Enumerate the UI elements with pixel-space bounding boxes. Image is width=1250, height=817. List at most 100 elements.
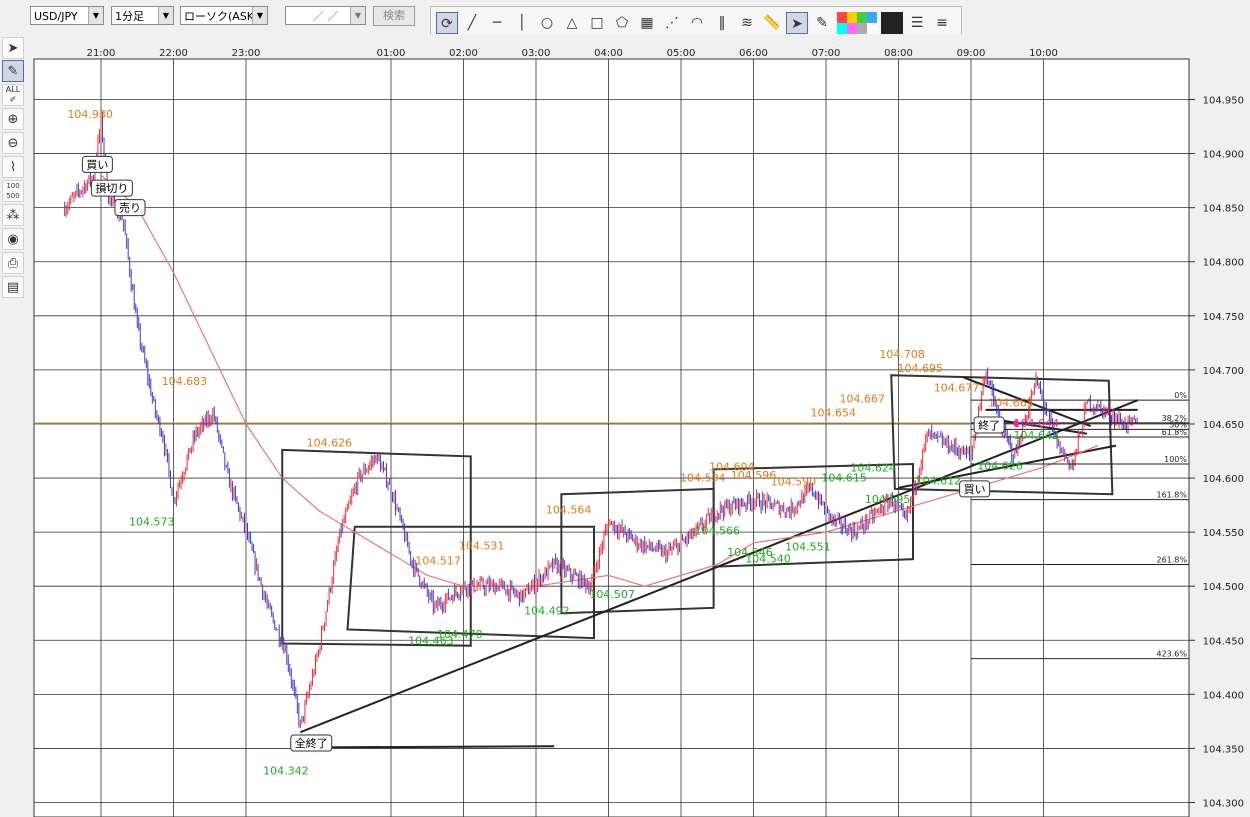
y-tick-label: 104.950 — [1203, 96, 1244, 107]
color-palette[interactable] — [837, 12, 877, 34]
triangle-icon[interactable]: △ — [561, 12, 583, 34]
price-label-low: 104.342 — [263, 764, 309, 777]
cursor-icon[interactable]: ➤ — [786, 12, 808, 34]
candle-type-select[interactable]: ローソク(ASK) ▼ — [180, 6, 268, 25]
x-tick-label: 08:00 — [884, 48, 913, 59]
price-label-low: 104.573 — [129, 516, 175, 529]
fib-level-label: 61.8% — [1162, 428, 1188, 437]
fib-level-label: 100% — [1164, 455, 1187, 464]
y-tick-label: 104.400 — [1203, 690, 1244, 701]
print-icon[interactable]: ⎙ — [2, 252, 24, 274]
date-input[interactable]: ／ ／ ▼ — [285, 6, 366, 25]
cursor-icon[interactable]: ➤ — [2, 37, 24, 59]
price-label-high: 104.930 — [67, 108, 113, 121]
price-label-low: 104.492 — [524, 604, 570, 617]
x-tick-label: 23:00 — [232, 48, 261, 59]
fib-time-icon[interactable]: ‖ — [711, 12, 733, 34]
zoom-out-icon[interactable]: ⊖ — [2, 132, 24, 154]
trade-marker-label: 売り — [119, 202, 141, 215]
color-swatch[interactable] — [857, 12, 867, 23]
fib-level-label: 261.8% — [1156, 556, 1187, 565]
regression-icon[interactable]: ≋ — [736, 12, 758, 34]
x-tick-label: 21:00 — [87, 48, 116, 59]
horizontal-line-icon[interactable]: ─ — [486, 12, 508, 34]
color-swatch[interactable] — [867, 12, 877, 23]
y-tick-label: 104.850 — [1203, 204, 1244, 215]
color-swatch[interactable] — [867, 23, 877, 34]
color-swatch[interactable] — [837, 23, 847, 34]
trendline-icon[interactable]: ╱ — [461, 12, 483, 34]
eraser-icon[interactable]: ✎ — [811, 12, 833, 34]
price-label-high: 104.663 — [988, 397, 1034, 410]
indicator-icon[interactable]: ⌇ — [2, 156, 24, 178]
y-tick-label: 104.700 — [1203, 366, 1244, 377]
symbol-select[interactable]: USD/JPY ▼ — [30, 6, 104, 25]
timeframe-select[interactable]: 1分足 ▼ — [111, 6, 174, 25]
price-label-low: 104.595 — [865, 493, 911, 506]
x-tick-label: 02:00 — [449, 48, 478, 59]
numbers-icon[interactable]: 100 500 — [2, 180, 24, 202]
ruler-icon[interactable]: 📏 — [761, 12, 783, 34]
table-icon[interactable]: ▤ — [2, 276, 24, 298]
price-label-low: 104.626 — [977, 459, 1023, 472]
line-style-icon[interactable]: ≡ — [931, 12, 953, 34]
x-tick-label: 06:00 — [739, 48, 768, 59]
fib-level-label: 161.8% — [1156, 491, 1187, 500]
pentagon-icon[interactable]: ⬠ — [611, 12, 633, 34]
magnet-icon[interactable]: ⟳ — [436, 12, 458, 34]
y-tick-label: 104.550 — [1203, 528, 1244, 539]
fib-level-label: 423.6% — [1156, 650, 1187, 659]
color-swatch[interactable] — [857, 23, 867, 34]
left-toolbar: ➤ ✎ ALL ✐ ⊕ ⊖ ⌇ 100 500 ⁂ ◉ ⎙ ▤ — [0, 34, 26, 817]
trade-marker-label: 買い — [86, 158, 108, 171]
x-tick-label: 04:00 — [594, 48, 623, 59]
x-tick-label: 09:00 — [957, 48, 986, 59]
y-tick-label: 104.900 — [1203, 150, 1244, 161]
clear-all-icon[interactable]: ALL ✐ — [2, 84, 24, 106]
vertical-line-icon[interactable]: │ — [511, 12, 533, 34]
y-tick-label: 104.600 — [1203, 474, 1244, 485]
price-label-low: 104.540 — [745, 552, 791, 565]
color-swatch[interactable] — [847, 23, 857, 34]
price-label-high: 104.695 — [898, 362, 944, 375]
price-label-high: 104.564 — [546, 504, 592, 517]
zoom-in-icon[interactable]: ⊕ — [2, 108, 24, 130]
line-width-icon[interactable]: ☰ — [906, 12, 928, 34]
fan-icon[interactable]: ⋰ — [661, 12, 683, 34]
x-tick-label: 01:00 — [377, 48, 406, 59]
search-button[interactable]: 検索 — [373, 6, 415, 26]
price-label-high: 104.683 — [162, 375, 208, 388]
y-tick-label: 104.750 — [1203, 312, 1244, 323]
price-label-low: 104.624 — [850, 462, 896, 475]
price-label-high: 104.708 — [879, 348, 925, 361]
color-swatch[interactable] — [847, 12, 857, 23]
chevron-down-icon: ▼ — [88, 7, 103, 24]
color-swatch[interactable] — [837, 12, 847, 23]
price-label-high: 104.667 — [840, 392, 886, 405]
y-tick-label: 104.500 — [1203, 582, 1244, 593]
price-label-high: 104.517 — [415, 555, 461, 568]
chevron-down-icon: ▼ — [158, 7, 173, 24]
circle-icon[interactable]: ○ — [536, 12, 558, 34]
chevron-down-icon: ▼ — [252, 7, 267, 24]
price-chart[interactable]: 21:00 22:00 23:00 01:00 02:00 03:00 04:00 05:00… — [26, 34, 1250, 817]
black-color-swatch[interactable] — [881, 12, 903, 34]
grid-icon[interactable]: ▦ — [636, 12, 658, 34]
chevron-down-icon: ▼ — [350, 7, 365, 24]
trade-marker-label: 買い — [964, 483, 986, 496]
price-label-low: 104.470 — [437, 628, 483, 641]
pen-icon[interactable]: ✎ — [2, 60, 24, 82]
fib-arc-icon[interactable]: ◠ — [686, 12, 708, 34]
y-tick-label: 104.350 — [1203, 744, 1244, 755]
eye-icon[interactable]: ◉ — [2, 228, 24, 250]
price-label-high: 104.531 — [459, 539, 505, 552]
trade-marker-label: 終了 — [978, 418, 1000, 432]
rectangle-icon[interactable]: □ — [586, 12, 608, 34]
x-tick-label: 10:00 — [1029, 48, 1058, 59]
y-tick-label: 104.650 — [1203, 420, 1244, 431]
timeframe-value: 1分足 — [115, 10, 144, 23]
y-tick-label: 104.800 — [1203, 258, 1244, 269]
price-label-low: 104.566 — [695, 524, 741, 537]
symbols-icon[interactable]: ⁂ — [2, 204, 24, 226]
y-tick-label: 104.300 — [1203, 799, 1244, 810]
